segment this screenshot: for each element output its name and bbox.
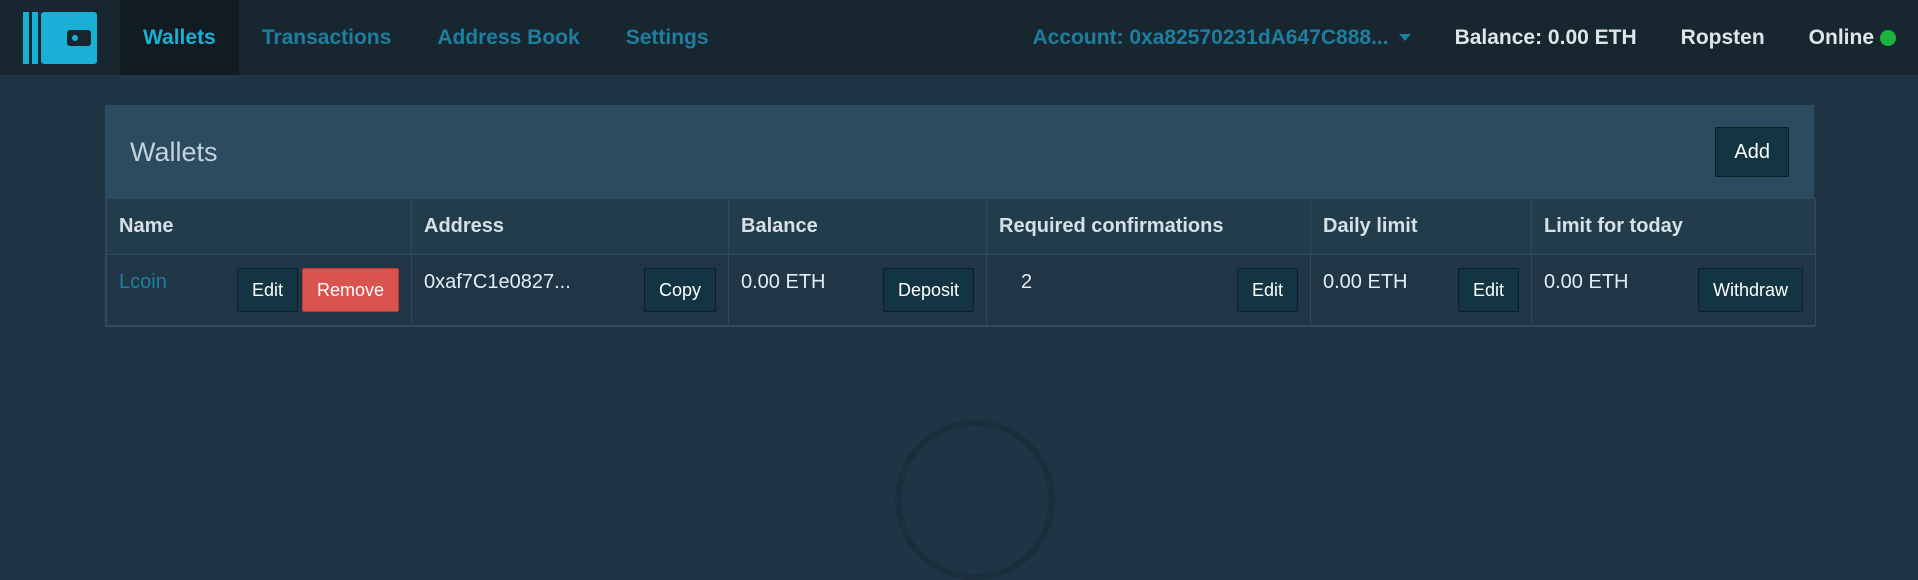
balance-display: Balance: 0.00 ETH (1454, 25, 1637, 49)
navbar: Wallets Transactions Address Book Settin… (0, 0, 1918, 75)
cell-daily-limit: 0.00 ETH Edit (1310, 254, 1532, 326)
header-required-confirmations: Required confirmations (986, 198, 1311, 255)
nav-right: Account: 0xa82570231dA647C888... Balance… (1011, 0, 1918, 75)
copy-address-button[interactable]: Copy (643, 268, 716, 312)
header-name: Name (106, 198, 412, 255)
account-label: Account: 0xa82570231dA647C888... (1032, 25, 1389, 49)
panel-heading: Wallets Add (106, 106, 1813, 198)
header-limit-today: Limit for today (1531, 198, 1816, 255)
loading-spinner-arc (895, 420, 1055, 580)
cell-balance: 0.00 ETH Deposit (728, 254, 987, 326)
deposit-button[interactable]: Deposit (882, 268, 974, 312)
nav-settings[interactable]: Settings (603, 0, 732, 75)
header-daily-limit: Daily limit (1310, 198, 1532, 255)
wallet-address: 0xaf7C1e0827... (424, 271, 571, 293)
brand-logo[interactable] (0, 0, 120, 75)
network-display: Ropsten (1680, 25, 1765, 49)
add-wallet-button[interactable]: Add (1715, 127, 1789, 177)
required-confirmations-value: 2 (1021, 271, 1033, 293)
caret-down-icon (1398, 34, 1411, 41)
daily-limit-value: 0.00 ETH (1323, 271, 1408, 293)
connection-status: Online (1787, 26, 1918, 50)
limit-today-value: 0.00 ETH (1544, 271, 1629, 293)
edit-wallet-button[interactable]: Edit (236, 268, 298, 312)
edit-confirmations-button[interactable]: Edit (1236, 268, 1298, 312)
wallets-panel: Wallets Add Name Address Balance Require… (105, 105, 1816, 327)
wallet-balance: 0.00 ETH (741, 271, 826, 293)
nav-wallets[interactable]: Wallets (120, 0, 239, 75)
header-address: Address (411, 198, 729, 255)
wallets-table: Name Address Balance Required confirmati… (106, 198, 1816, 326)
table-header-row: Name Address Balance Required confirmati… (106, 198, 1816, 255)
status-label: Online (1808, 25, 1874, 49)
wallet-icon (23, 11, 97, 64)
cell-limit-today: 0.00 ETH Withdraw (1531, 254, 1816, 326)
cell-address: 0xaf7C1e0827... Copy (411, 254, 729, 326)
nav-transactions[interactable]: Transactions (239, 0, 415, 75)
cell-name: Lcoin Edit Remove (106, 254, 412, 326)
status-dot-icon (1880, 29, 1896, 46)
table-row: Lcoin Edit Remove 0xaf7C1e0827... Copy 0… (106, 254, 1816, 326)
remove-wallet-button[interactable]: Remove (301, 268, 399, 312)
panel-title: Wallets (130, 136, 218, 167)
cell-confirmations: 2 Edit (986, 254, 1311, 326)
header-balance: Balance (728, 198, 987, 255)
edit-daily-limit-button[interactable]: Edit (1457, 268, 1519, 312)
withdraw-button[interactable]: Withdraw (1697, 268, 1803, 312)
nav-address-book[interactable]: Address Book (414, 0, 602, 75)
account-dropdown[interactable]: Account: 0xa82570231dA647C888... (1011, 26, 1433, 50)
wallet-name-link[interactable]: Lcoin (119, 255, 167, 294)
